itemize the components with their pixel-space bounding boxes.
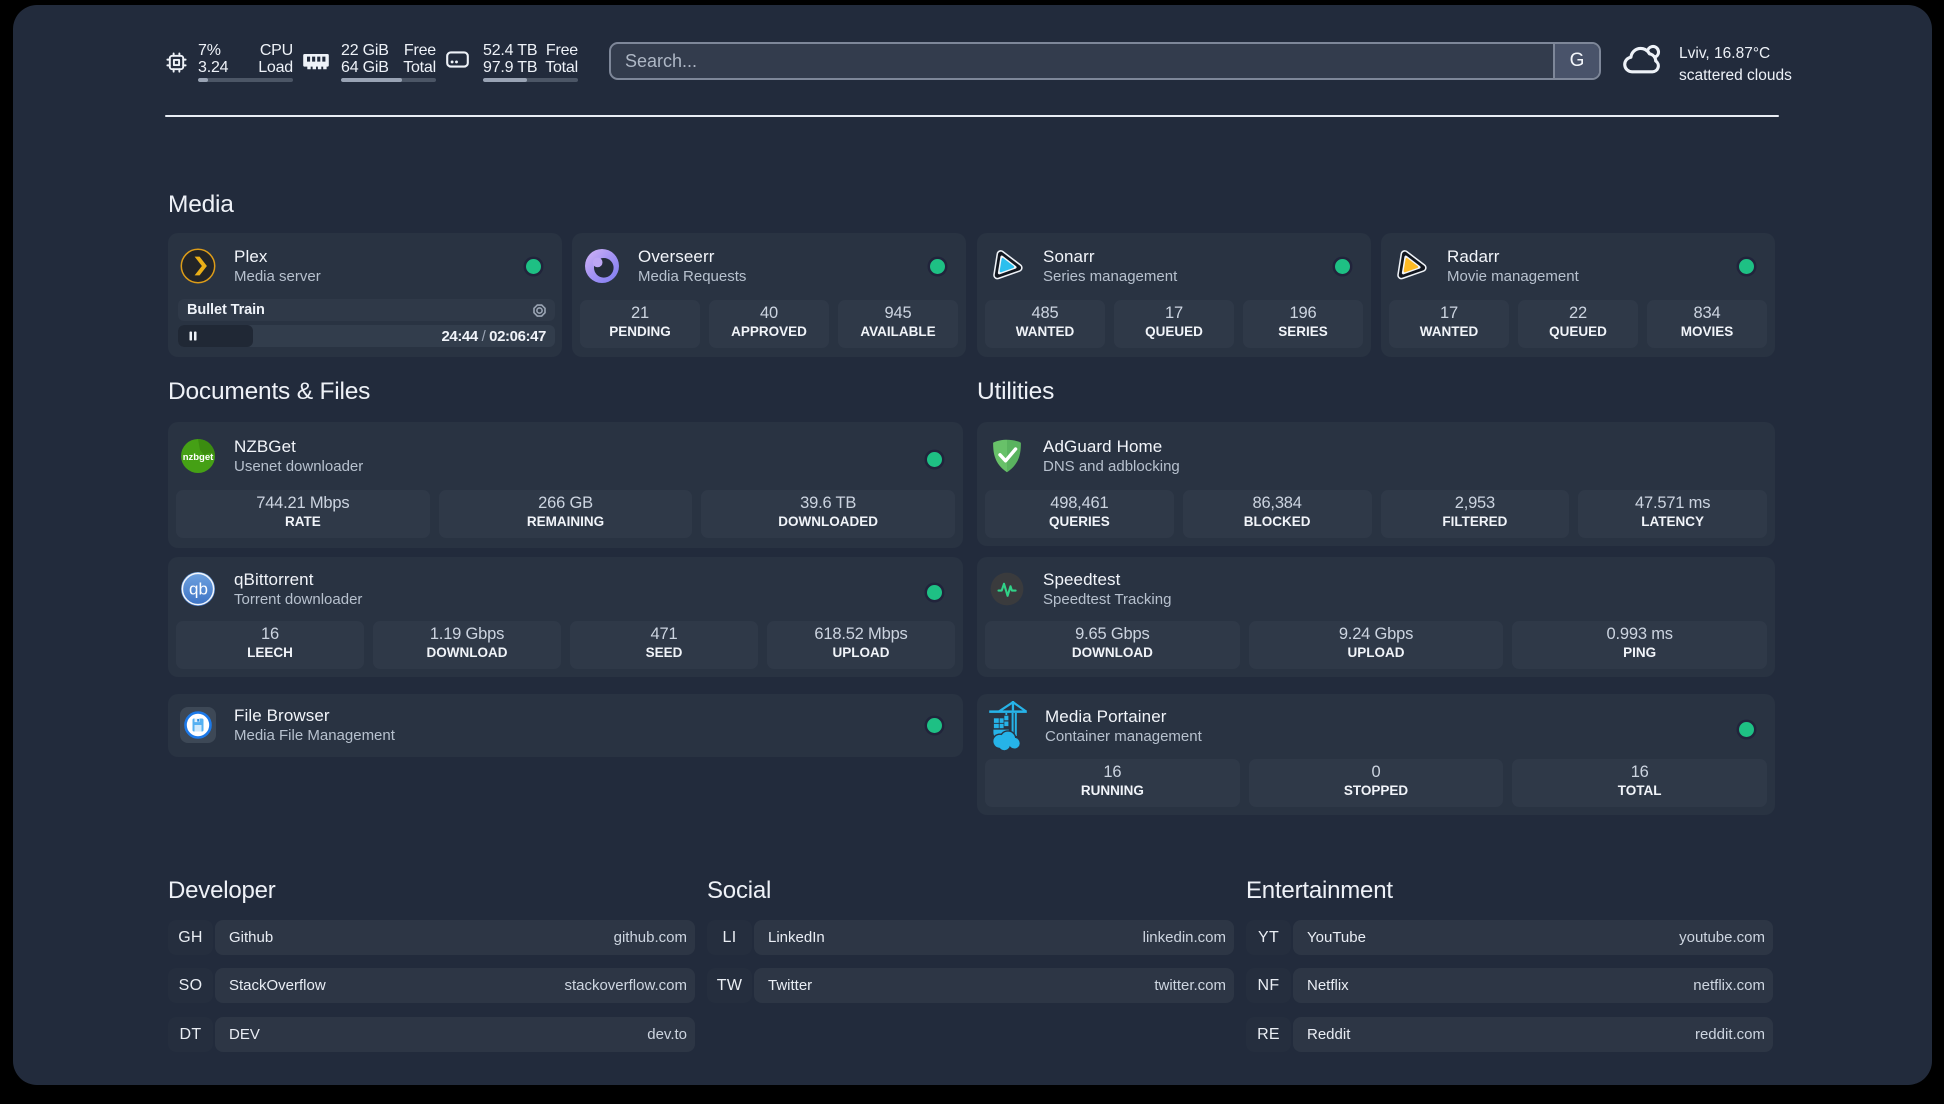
svg-text:nzbget: nzbget xyxy=(183,452,214,463)
svg-text:qb: qb xyxy=(189,580,208,599)
